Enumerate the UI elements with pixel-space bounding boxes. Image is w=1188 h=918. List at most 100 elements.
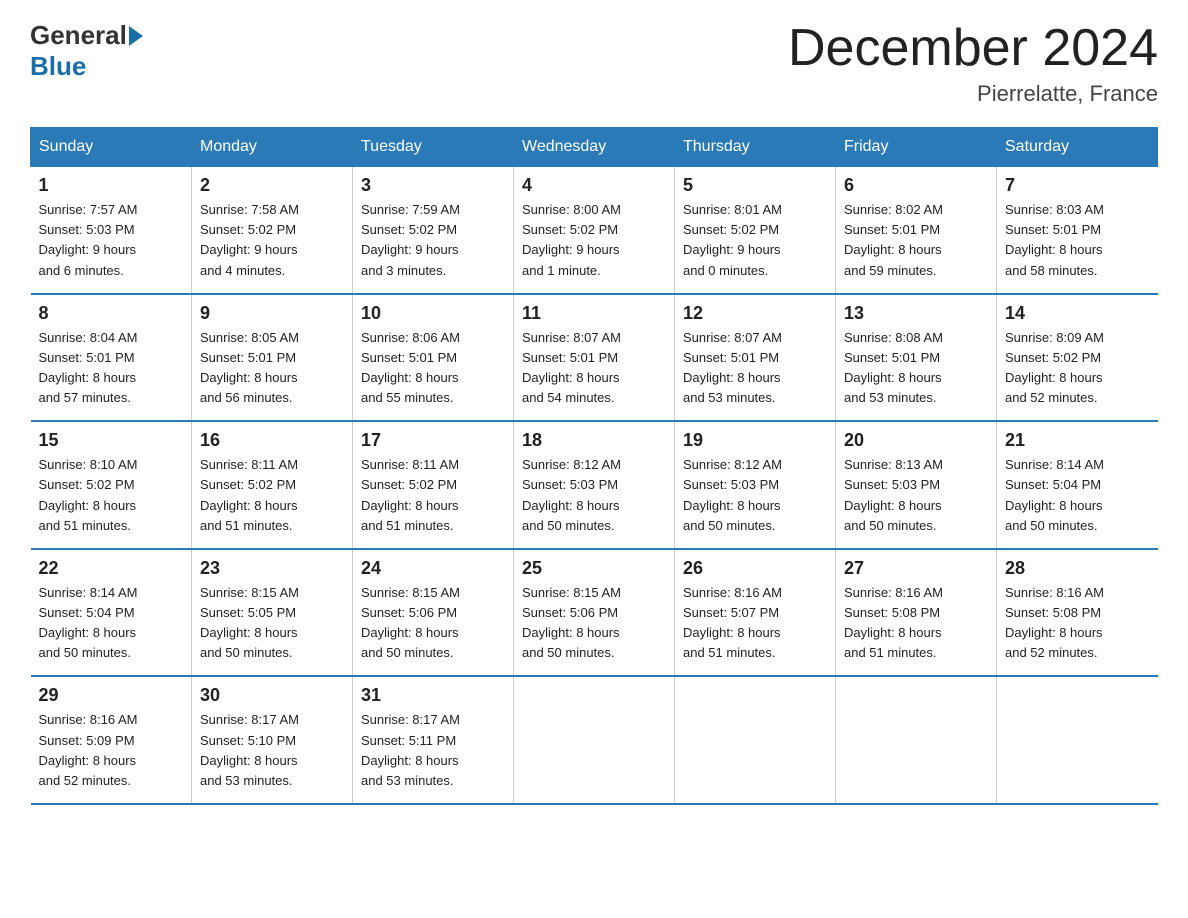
calendar-cell: 24 Sunrise: 8:15 AMSunset: 5:06 PMDayligh… bbox=[353, 549, 514, 677]
calendar-cell: 5 Sunrise: 8:01 AMSunset: 5:02 PMDaylight… bbox=[675, 167, 836, 294]
day-info: Sunrise: 8:09 AMSunset: 5:02 PMDaylight:… bbox=[1005, 328, 1150, 409]
calendar-cell: 4Sunrise: 8:00 AMSunset: 5:02 PMDaylight… bbox=[514, 167, 675, 294]
day-info: Sunrise: 8:16 AMSunset: 5:07 PMDaylight:… bbox=[683, 583, 827, 664]
calendar-cell: 13 Sunrise: 8:08 AMSunset: 5:01 PMDayligh… bbox=[836, 294, 997, 422]
calendar-cell bbox=[675, 676, 836, 804]
day-number: 20 bbox=[844, 430, 988, 451]
calendar-cell: 7 Sunrise: 8:03 AMSunset: 5:01 PMDaylight… bbox=[997, 167, 1158, 294]
day-info: Sunrise: 8:12 AMSunset: 5:03 PMDaylight:… bbox=[522, 455, 666, 536]
day-info: Sunrise: 8:17 AMSunset: 5:11 PMDaylight:… bbox=[361, 710, 505, 791]
header-saturday: Saturday bbox=[997, 128, 1158, 167]
calendar-week-row: 1Sunrise: 7:57 AMSunset: 5:03 PMDaylight… bbox=[31, 167, 1158, 294]
month-title: December 2024 bbox=[788, 20, 1158, 77]
day-info: Sunrise: 8:07 AMSunset: 5:01 PMDaylight:… bbox=[522, 328, 666, 409]
day-number: 28 bbox=[1005, 558, 1150, 579]
header-thursday: Thursday bbox=[675, 128, 836, 167]
calendar-week-row: 29 Sunrise: 8:16 AMSunset: 5:09 PMDayligh… bbox=[31, 676, 1158, 804]
day-number: 17 bbox=[361, 430, 505, 451]
day-info: Sunrise: 8:10 AMSunset: 5:02 PMDaylight:… bbox=[39, 455, 184, 536]
header: General Blue December 2024 Pierrelatte, … bbox=[30, 20, 1158, 107]
header-sunday: Sunday bbox=[31, 128, 192, 167]
calendar-cell bbox=[997, 676, 1158, 804]
day-number: 27 bbox=[844, 558, 988, 579]
day-number: 19 bbox=[683, 430, 827, 451]
calendar-cell: 25 Sunrise: 8:15 AMSunset: 5:06 PMDayligh… bbox=[514, 549, 675, 677]
calendar-cell: 23Sunrise: 8:15 AMSunset: 5:05 PMDayligh… bbox=[192, 549, 353, 677]
calendar-cell: 11Sunrise: 8:07 AMSunset: 5:01 PMDayligh… bbox=[514, 294, 675, 422]
calendar-cell: 26 Sunrise: 8:16 AMSunset: 5:07 PMDayligh… bbox=[675, 549, 836, 677]
day-info: Sunrise: 8:13 AMSunset: 5:03 PMDaylight:… bbox=[844, 455, 988, 536]
day-info: Sunrise: 8:17 AMSunset: 5:10 PMDaylight:… bbox=[200, 710, 344, 791]
calendar-cell: 10 Sunrise: 8:06 AMSunset: 5:01 PMDayligh… bbox=[353, 294, 514, 422]
day-number: 7 bbox=[1005, 175, 1150, 196]
calendar-cell bbox=[836, 676, 997, 804]
day-number: 31 bbox=[361, 685, 505, 706]
day-number: 25 bbox=[522, 558, 666, 579]
logo-blue-text: Blue bbox=[30, 51, 86, 82]
day-info: Sunrise: 8:15 AMSunset: 5:06 PMDaylight:… bbox=[522, 583, 666, 664]
calendar-week-row: 15 Sunrise: 8:10 AMSunset: 5:02 PMDayligh… bbox=[31, 421, 1158, 549]
calendar-cell: 14 Sunrise: 8:09 AMSunset: 5:02 PMDayligh… bbox=[997, 294, 1158, 422]
day-info: Sunrise: 7:59 AMSunset: 5:02 PMDaylight:… bbox=[361, 200, 505, 281]
day-info: Sunrise: 8:15 AMSunset: 5:05 PMDaylight:… bbox=[200, 583, 344, 664]
day-number: 29 bbox=[39, 685, 184, 706]
calendar-cell: 30 Sunrise: 8:17 AMSunset: 5:10 PMDayligh… bbox=[192, 676, 353, 804]
calendar-cell: 31 Sunrise: 8:17 AMSunset: 5:11 PMDayligh… bbox=[353, 676, 514, 804]
calendar-cell: 9Sunrise: 8:05 AMSunset: 5:01 PMDaylight… bbox=[192, 294, 353, 422]
day-info: Sunrise: 8:16 AMSunset: 5:09 PMDaylight:… bbox=[39, 710, 184, 791]
day-info: Sunrise: 8:14 AMSunset: 5:04 PMDaylight:… bbox=[1005, 455, 1150, 536]
day-info: Sunrise: 8:03 AMSunset: 5:01 PMDaylight:… bbox=[1005, 200, 1150, 281]
day-number: 3 bbox=[361, 175, 505, 196]
header-wednesday: Wednesday bbox=[514, 128, 675, 167]
day-info: Sunrise: 8:11 AMSunset: 5:02 PMDaylight:… bbox=[361, 455, 505, 536]
day-number: 13 bbox=[844, 303, 988, 324]
calendar-cell: 2 Sunrise: 7:58 AMSunset: 5:02 PMDaylight… bbox=[192, 167, 353, 294]
day-number: 24 bbox=[361, 558, 505, 579]
day-info: Sunrise: 8:14 AMSunset: 5:04 PMDaylight:… bbox=[39, 583, 184, 664]
day-info: Sunrise: 8:04 AMSunset: 5:01 PMDaylight:… bbox=[39, 328, 184, 409]
logo-arrow-icon bbox=[129, 26, 143, 46]
calendar-cell: 27Sunrise: 8:16 AMSunset: 5:08 PMDayligh… bbox=[836, 549, 997, 677]
day-number: 30 bbox=[200, 685, 344, 706]
logo-general-text: General bbox=[30, 20, 127, 51]
day-info: Sunrise: 8:02 AMSunset: 5:01 PMDaylight:… bbox=[844, 200, 988, 281]
day-number: 9 bbox=[200, 303, 344, 324]
day-info: Sunrise: 8:12 AMSunset: 5:03 PMDaylight:… bbox=[683, 455, 827, 536]
day-info: Sunrise: 8:01 AMSunset: 5:02 PMDaylight:… bbox=[683, 200, 827, 281]
calendar-cell: 20 Sunrise: 8:13 AMSunset: 5:03 PMDayligh… bbox=[836, 421, 997, 549]
day-info: Sunrise: 8:16 AMSunset: 5:08 PMDaylight:… bbox=[1005, 583, 1150, 664]
calendar-cell: 21 Sunrise: 8:14 AMSunset: 5:04 PMDayligh… bbox=[997, 421, 1158, 549]
calendar-cell: 17 Sunrise: 8:11 AMSunset: 5:02 PMDayligh… bbox=[353, 421, 514, 549]
day-info: Sunrise: 8:08 AMSunset: 5:01 PMDaylight:… bbox=[844, 328, 988, 409]
calendar-cell: 12Sunrise: 8:07 AMSunset: 5:01 PMDayligh… bbox=[675, 294, 836, 422]
day-number: 14 bbox=[1005, 303, 1150, 324]
logo: General Blue bbox=[30, 20, 145, 82]
day-number: 8 bbox=[39, 303, 184, 324]
day-number: 21 bbox=[1005, 430, 1150, 451]
day-number: 4 bbox=[522, 175, 666, 196]
day-number: 10 bbox=[361, 303, 505, 324]
day-number: 15 bbox=[39, 430, 184, 451]
day-number: 22 bbox=[39, 558, 184, 579]
day-info: Sunrise: 8:07 AMSunset: 5:01 PMDaylight:… bbox=[683, 328, 827, 409]
location: Pierrelatte, France bbox=[788, 81, 1158, 107]
day-number: 5 bbox=[683, 175, 827, 196]
calendar-cell: 28 Sunrise: 8:16 AMSunset: 5:08 PMDayligh… bbox=[997, 549, 1158, 677]
calendar-cell: 1Sunrise: 7:57 AMSunset: 5:03 PMDaylight… bbox=[31, 167, 192, 294]
calendar-week-row: 8 Sunrise: 8:04 AMSunset: 5:01 PMDaylight… bbox=[31, 294, 1158, 422]
calendar-week-row: 22 Sunrise: 8:14 AMSunset: 5:04 PMDayligh… bbox=[31, 549, 1158, 677]
calendar-cell: 29 Sunrise: 8:16 AMSunset: 5:09 PMDayligh… bbox=[31, 676, 192, 804]
day-info: Sunrise: 8:15 AMSunset: 5:06 PMDaylight:… bbox=[361, 583, 505, 664]
calendar-header-row: SundayMondayTuesdayWednesdayThursdayFrid… bbox=[31, 128, 1158, 167]
calendar-cell: 3 Sunrise: 7:59 AMSunset: 5:02 PMDaylight… bbox=[353, 167, 514, 294]
calendar-cell: 18Sunrise: 8:12 AMSunset: 5:03 PMDayligh… bbox=[514, 421, 675, 549]
header-tuesday: Tuesday bbox=[353, 128, 514, 167]
day-number: 6 bbox=[844, 175, 988, 196]
day-number: 26 bbox=[683, 558, 827, 579]
day-number: 2 bbox=[200, 175, 344, 196]
day-number: 1 bbox=[39, 175, 184, 196]
day-info: Sunrise: 8:06 AMSunset: 5:01 PMDaylight:… bbox=[361, 328, 505, 409]
day-info: Sunrise: 7:58 AMSunset: 5:02 PMDaylight:… bbox=[200, 200, 344, 281]
calendar-cell: 16Sunrise: 8:11 AMSunset: 5:02 PMDayligh… bbox=[192, 421, 353, 549]
header-friday: Friday bbox=[836, 128, 997, 167]
